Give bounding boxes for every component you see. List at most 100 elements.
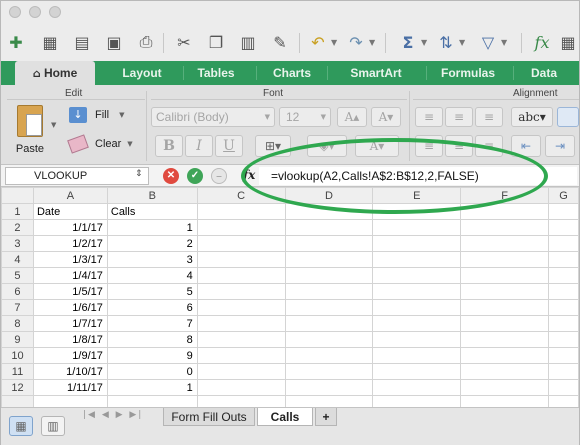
cell[interactable] [196,379,286,396]
cell-b[interactable]: 5 [106,283,198,300]
filter-icon[interactable]: ▽ [477,31,499,53]
cell-b[interactable]: 0 [106,363,198,380]
cell-a[interactable]: 1/5/17 [32,283,108,300]
cell-b[interactable]: 7 [106,315,198,332]
cell[interactable] [547,219,579,236]
cell[interactable] [547,235,579,252]
sheet-tab-calls[interactable]: Calls [257,408,313,426]
row-header[interactable]: 7 [1,299,34,316]
chevron-down-icon[interactable]: ▼ [421,38,427,47]
normal-view-icon[interactable]: ▦ [9,416,33,436]
tab-data[interactable]: Data [515,61,573,85]
cell[interactable] [372,395,462,407]
cell-a[interactable]: 1/2/17 [32,235,108,252]
cell[interactable] [196,283,286,300]
page-layout-view-icon[interactable]: ▥ [41,416,65,436]
cell-a[interactable]: 1/11/17 [32,379,108,396]
cell-b[interactable]: 2 [106,235,198,252]
cell[interactable] [547,251,579,268]
open-icon[interactable]: ▤ [71,31,93,53]
font-color-button[interactable]: A▾ [355,135,399,157]
column-header-a[interactable]: A [32,187,108,204]
cell[interactable] [196,395,286,407]
align-top-button[interactable]: ≡ [415,107,443,127]
clear-button[interactable]: Clear ▼ [67,134,133,154]
cell[interactable] [372,267,462,284]
cell-a[interactable]: 1/10/17 [32,363,108,380]
cell[interactable] [196,235,286,252]
cell[interactable] [372,363,462,380]
cell[interactable] [284,363,374,380]
cell[interactable] [284,395,374,407]
tab-tables[interactable]: Tables [184,61,248,85]
confirm-entry-icon[interactable]: ✓ [187,168,203,184]
chevron-down-icon[interactable]: ▼ [501,38,507,47]
fill-button[interactable]: ↓ Fill ▼ [69,107,124,123]
cell[interactable] [460,363,549,380]
decrease-indent-button[interactable]: ⇤ [511,135,541,157]
italic-button[interactable]: I [185,135,213,157]
cell[interactable] [460,395,549,407]
sheet-tab-form-fill-outs[interactable]: Form Fill Outs [163,408,255,426]
cell[interactable] [547,363,579,380]
cell[interactable] [547,299,579,316]
tab-charts[interactable]: Charts [257,61,327,85]
redo-icon[interactable]: ↷ [345,31,367,53]
wrap-text-button[interactable]: abc▾ [511,107,553,127]
cell[interactable] [284,331,374,348]
cut-icon[interactable]: ✂ [173,31,195,53]
name-box[interactable]: VLOOKUP [5,167,149,185]
select-all-corner[interactable] [1,187,34,204]
cell-a[interactable]: 1/4/17 [32,267,108,284]
cell[interactable] [372,203,462,220]
cell[interactable] [460,347,549,364]
cell[interactable] [196,363,286,380]
align-middle-button[interactable]: ≡ [445,107,473,127]
chevron-down-icon[interactable]: ▼ [51,121,56,129]
cell[interactable] [284,379,374,396]
sort-icon[interactable]: ⇅ [435,31,457,53]
cell-a[interactable]: Date [32,203,108,220]
cell-b[interactable]: 6 [106,299,198,316]
name-box-stepper-icon[interactable]: ⇕ [135,169,143,179]
cell[interactable] [284,267,374,284]
cell[interactable] [106,395,198,407]
chevron-down-icon[interactable]: ▼ [331,38,337,47]
increase-font-size-button[interactable]: A▴ [337,107,367,127]
tab-formulas[interactable]: Formulas [427,61,509,85]
tab-layout[interactable]: Layout [101,61,183,85]
cell[interactable] [196,299,286,316]
cell[interactable] [196,267,286,284]
align-center-button[interactable]: ≡ [445,135,473,157]
row-header[interactable]: 11 [1,363,34,380]
align-bottom-button[interactable]: ≡ [475,107,503,127]
cell[interactable] [196,331,286,348]
cell[interactable] [196,203,286,220]
cell[interactable] [460,283,549,300]
cell[interactable] [32,395,108,407]
minimize-window-button[interactable] [29,6,41,18]
templates-icon[interactable]: ▦ [39,31,61,53]
cell[interactable] [372,283,462,300]
cell[interactable] [372,347,462,364]
cell-a[interactable]: 1/1/17 [32,219,108,236]
zoom-window-button[interactable] [49,6,61,18]
cell-a[interactable]: 1/6/17 [32,299,108,316]
cell-b[interactable]: 3 [106,251,198,268]
cell[interactable] [460,235,549,252]
row-header[interactable]: 12 [1,379,34,396]
cell[interactable] [460,219,549,236]
save-icon[interactable]: ▣ [103,31,125,53]
row-header[interactable]: 6 [1,283,34,300]
row-header[interactable]: 8 [1,315,34,332]
paste-icon[interactable]: ▥ [237,31,259,53]
cell[interactable] [284,235,374,252]
cell[interactable] [460,379,549,396]
insert-function-button[interactable]: – [211,168,227,184]
cell[interactable] [284,347,374,364]
cell[interactable] [460,331,549,348]
chevron-down-icon[interactable]: ▼ [459,38,465,47]
cell[interactable] [372,235,462,252]
row-header[interactable]: 1 [1,203,34,220]
row-header[interactable]: 4 [1,251,34,268]
